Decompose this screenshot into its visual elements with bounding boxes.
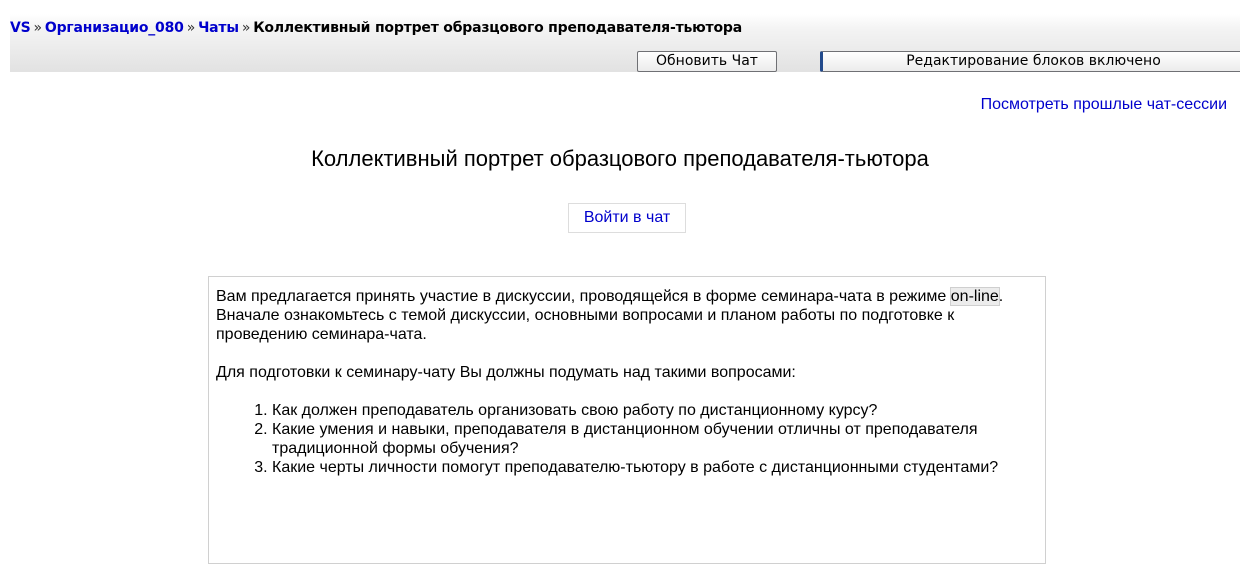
- enter-chat-link[interactable]: Войти в чат: [584, 209, 670, 226]
- enter-chat-box: Войти в чат: [568, 203, 686, 233]
- breadcrumb-home-link[interactable]: VS: [10, 20, 31, 36]
- breadcrumb-separator: »: [241, 20, 251, 36]
- breadcrumb-current: Коллективный портрет образцового препода…: [253, 20, 742, 36]
- list-item: Какие умения и навыки, преподавателя в д…: [272, 420, 1037, 458]
- breadcrumb-separator: »: [33, 20, 43, 36]
- breadcrumb: VS» Организацио_080» Чаты» Коллективный пор…: [10, 20, 742, 36]
- navbar: VS» Организацио_080» Чаты» Коллективный пор…: [10, 14, 1240, 72]
- questions-list: Как должен преподаватель организовать св…: [216, 401, 1037, 477]
- questions-intro: Для подготовки к семинару-чату Вы должны…: [216, 364, 796, 381]
- breadcrumb-course-link[interactable]: Организацио_080: [45, 20, 184, 36]
- breadcrumb-chats-link[interactable]: Чаты: [198, 20, 239, 36]
- refresh-chat-button[interactable]: Обновить Чат: [637, 51, 777, 72]
- intro-text: Вам предлагается принять участие в диску…: [216, 288, 951, 305]
- page-title: Коллективный портрет образцового препода…: [311, 146, 929, 171]
- online-term: on-line: [949, 287, 1000, 306]
- list-item: Какие черты личности помогут преподавате…: [272, 458, 1037, 477]
- breadcrumb-separator: »: [186, 20, 196, 36]
- chat-intro: Вам предлагается принять участие в диску…: [208, 276, 1046, 564]
- blocks-editing-button[interactable]: Редактирование блоков включено: [820, 51, 1240, 72]
- list-item: Как должен преподаватель организовать св…: [272, 401, 1037, 420]
- view-past-sessions-link[interactable]: Посмотреть прошлые чат-сессии: [981, 96, 1227, 114]
- intro-paragraph: Вам предлагается принять участие в диску…: [216, 287, 1037, 344]
